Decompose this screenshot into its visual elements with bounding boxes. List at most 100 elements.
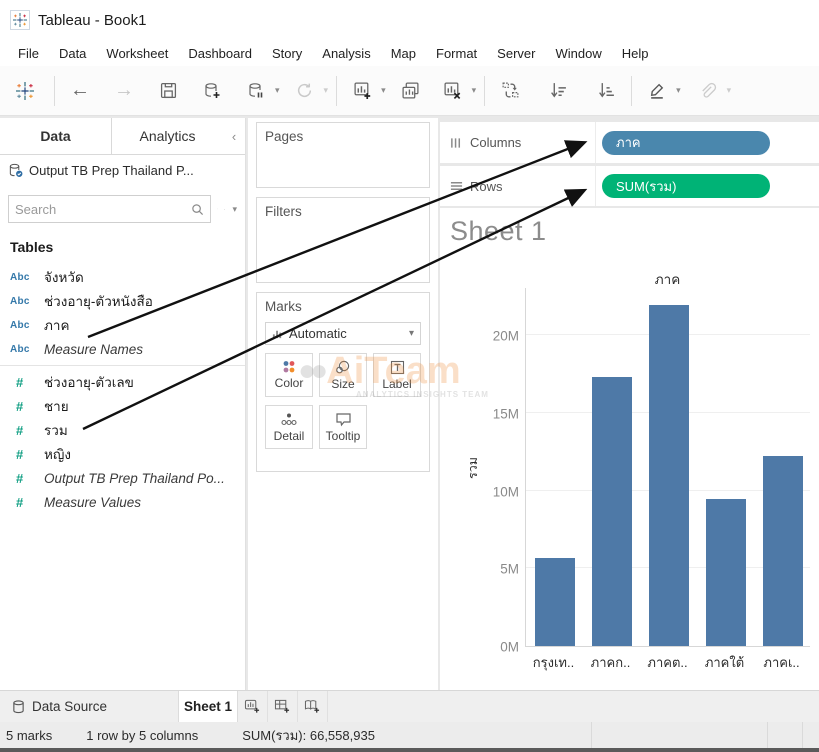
columns-shelf[interactable]: Columns ภาค [440,122,819,163]
label-label: Label [382,376,412,391]
size-button[interactable]: Size [319,353,367,397]
clear-sheet-icon[interactable] [436,74,470,108]
menu-item-worksheet[interactable]: Worksheet [96,43,178,64]
status-bar: 5 marks 1 row by 5 columns SUM(รวม): 66,… [0,722,819,748]
filter-funnel-icon[interactable] [217,202,218,216]
pages-shelf[interactable]: Pages [256,122,430,188]
y-axis-tick-label: 20M [492,328,519,344]
new-worksheet-tab-icon [244,699,260,713]
menu-item-help[interactable]: Help [612,43,659,64]
highlight-icon[interactable] [640,74,674,108]
tab-analytics[interactable]: Analytics [112,118,223,154]
search-input[interactable] [15,201,191,217]
rows-icon [450,182,463,190]
bar-mark[interactable] [705,499,746,646]
sheet1-tab[interactable]: Sheet 1 [178,691,238,722]
mark-type-dropdown[interactable]: Automatic ▾ [265,322,421,345]
new-worksheet-icon[interactable] [345,74,379,108]
status-aggregate-value: SUM(รวม): 66,558,935 [242,727,375,743]
filters-shelf[interactable]: Filters [256,197,430,283]
bar-mark[interactable] [762,456,803,646]
menu-item-window[interactable]: Window [545,43,611,64]
tables-heading: Tables [10,239,54,255]
field-name: ภาค [44,318,70,333]
menu-item-file[interactable]: File [8,43,49,64]
tableau-logo-icon [10,10,30,30]
toolbar-separator [336,75,338,106]
new-worksheet-caret-icon[interactable]: ▾ [381,85,386,96]
menu-item-data[interactable]: Data [49,43,96,64]
new-story-tab-button[interactable] [298,691,328,722]
rows-shelf[interactable]: Rows SUM(รวม) [440,166,819,206]
field-row[interactable]: Abc จังหวัด [0,265,245,289]
redo-forward-icon: → [114,79,134,101]
view-options-grid-icon[interactable] [223,203,225,216]
pages-label: Pages [265,129,304,144]
pause-auto-updates-icon[interactable] [239,74,273,108]
new-dashboard-tab-button[interactable] [268,691,298,722]
tab-data[interactable]: Data [0,118,112,154]
field-row[interactable]: # ช่วงอายุ-ตัวเลข [0,370,245,394]
menu-item-analysis[interactable]: Analysis [312,43,380,64]
y-axis-title[interactable]: รวม [463,457,483,479]
rows-pill[interactable]: SUM(รวม) [602,174,770,198]
sort-descending-icon[interactable] [589,74,623,108]
swap-rows-columns-icon[interactable] [493,74,527,108]
text-label-icon [390,360,404,374]
field-row[interactable]: Abc Measure Names [0,337,245,361]
tableau-home-icon[interactable] [8,74,42,108]
menu-item-story[interactable]: Story [262,43,312,64]
tooltip-label: Tooltip [325,428,361,443]
string-type-icon: Abc [10,319,30,331]
color-button[interactable]: Color [265,353,313,397]
menu-item-format[interactable]: Format [426,43,487,64]
sort-ascending-icon[interactable] [541,74,575,108]
columns-shelf-label: Columns [440,135,595,150]
search-row: ▾ [8,195,237,223]
search-box[interactable] [8,195,211,223]
duplicate-sheet-icon[interactable] [394,74,428,108]
plot-area [525,288,810,647]
menu-item-server[interactable]: Server [487,43,545,64]
datasource-item[interactable]: Output TB Prep Thailand P... [0,155,245,185]
new-worksheet-tab-button[interactable] [238,691,268,722]
menu-item-dashboard[interactable]: Dashboard [178,43,262,64]
x-axis-category-label[interactable]: ภาคเ.. [753,652,810,673]
columns-pill[interactable]: ภาค [602,130,770,155]
tooltip-button[interactable]: Tooltip [319,405,367,449]
new-datasource-icon[interactable] [195,74,229,108]
field-row[interactable]: # ชาย [0,394,245,418]
chart-column-header[interactable]: ภาค [525,268,810,290]
view-options-caret-icon[interactable]: ▾ [232,204,237,215]
columns-pills: ภาค [595,122,819,163]
field-name: Measure Values [44,494,142,510]
data-source-tab[interactable]: Data Source [0,691,178,722]
field-row[interactable]: Abc ภาค [0,313,245,337]
detail-button[interactable]: Detail [265,405,313,449]
x-axis-category-label[interactable]: ภาคต.. [639,652,696,673]
field-row[interactable]: # หญิง [0,442,245,466]
field-row[interactable]: # Measure Values [0,490,245,514]
collapse-panel-icon[interactable]: ‹ [223,118,245,154]
clear-sheet-caret-icon[interactable]: ▾ [472,85,477,96]
rows-label-text: Rows [470,178,503,194]
menu-item-map[interactable]: Map [381,43,426,64]
marks-card: Marks Automatic ▾ Color Size Label Detai… [256,292,430,472]
save-icon[interactable] [151,74,185,108]
pause-updates-caret-icon[interactable]: ▾ [275,85,280,96]
bar-mark[interactable] [534,557,575,646]
bar-mark[interactable] [648,305,689,646]
field-row[interactable]: # รวม [0,418,245,442]
toolbar-separator [631,75,633,106]
bar-mark[interactable] [591,376,632,646]
x-axis-category-label[interactable]: กรุงเท.. [525,652,582,673]
label-button[interactable]: Label [373,353,421,397]
field-row[interactable]: Abc ช่วงอายุ-ตัวหนังสือ [0,289,245,313]
field-row[interactable]: # Output TB Prep Thailand Po... [0,466,245,490]
x-axis-category-label[interactable]: ภาคก.. [582,652,639,673]
x-axis-category-label[interactable]: ภาคใต้ [696,652,753,673]
undo-back-icon[interactable]: ← [63,74,97,108]
datasource-name: Output TB Prep Thailand P... [29,162,194,178]
highlight-caret-icon[interactable]: ▾ [676,85,681,96]
rows-shelf-label: Rows [440,179,595,194]
